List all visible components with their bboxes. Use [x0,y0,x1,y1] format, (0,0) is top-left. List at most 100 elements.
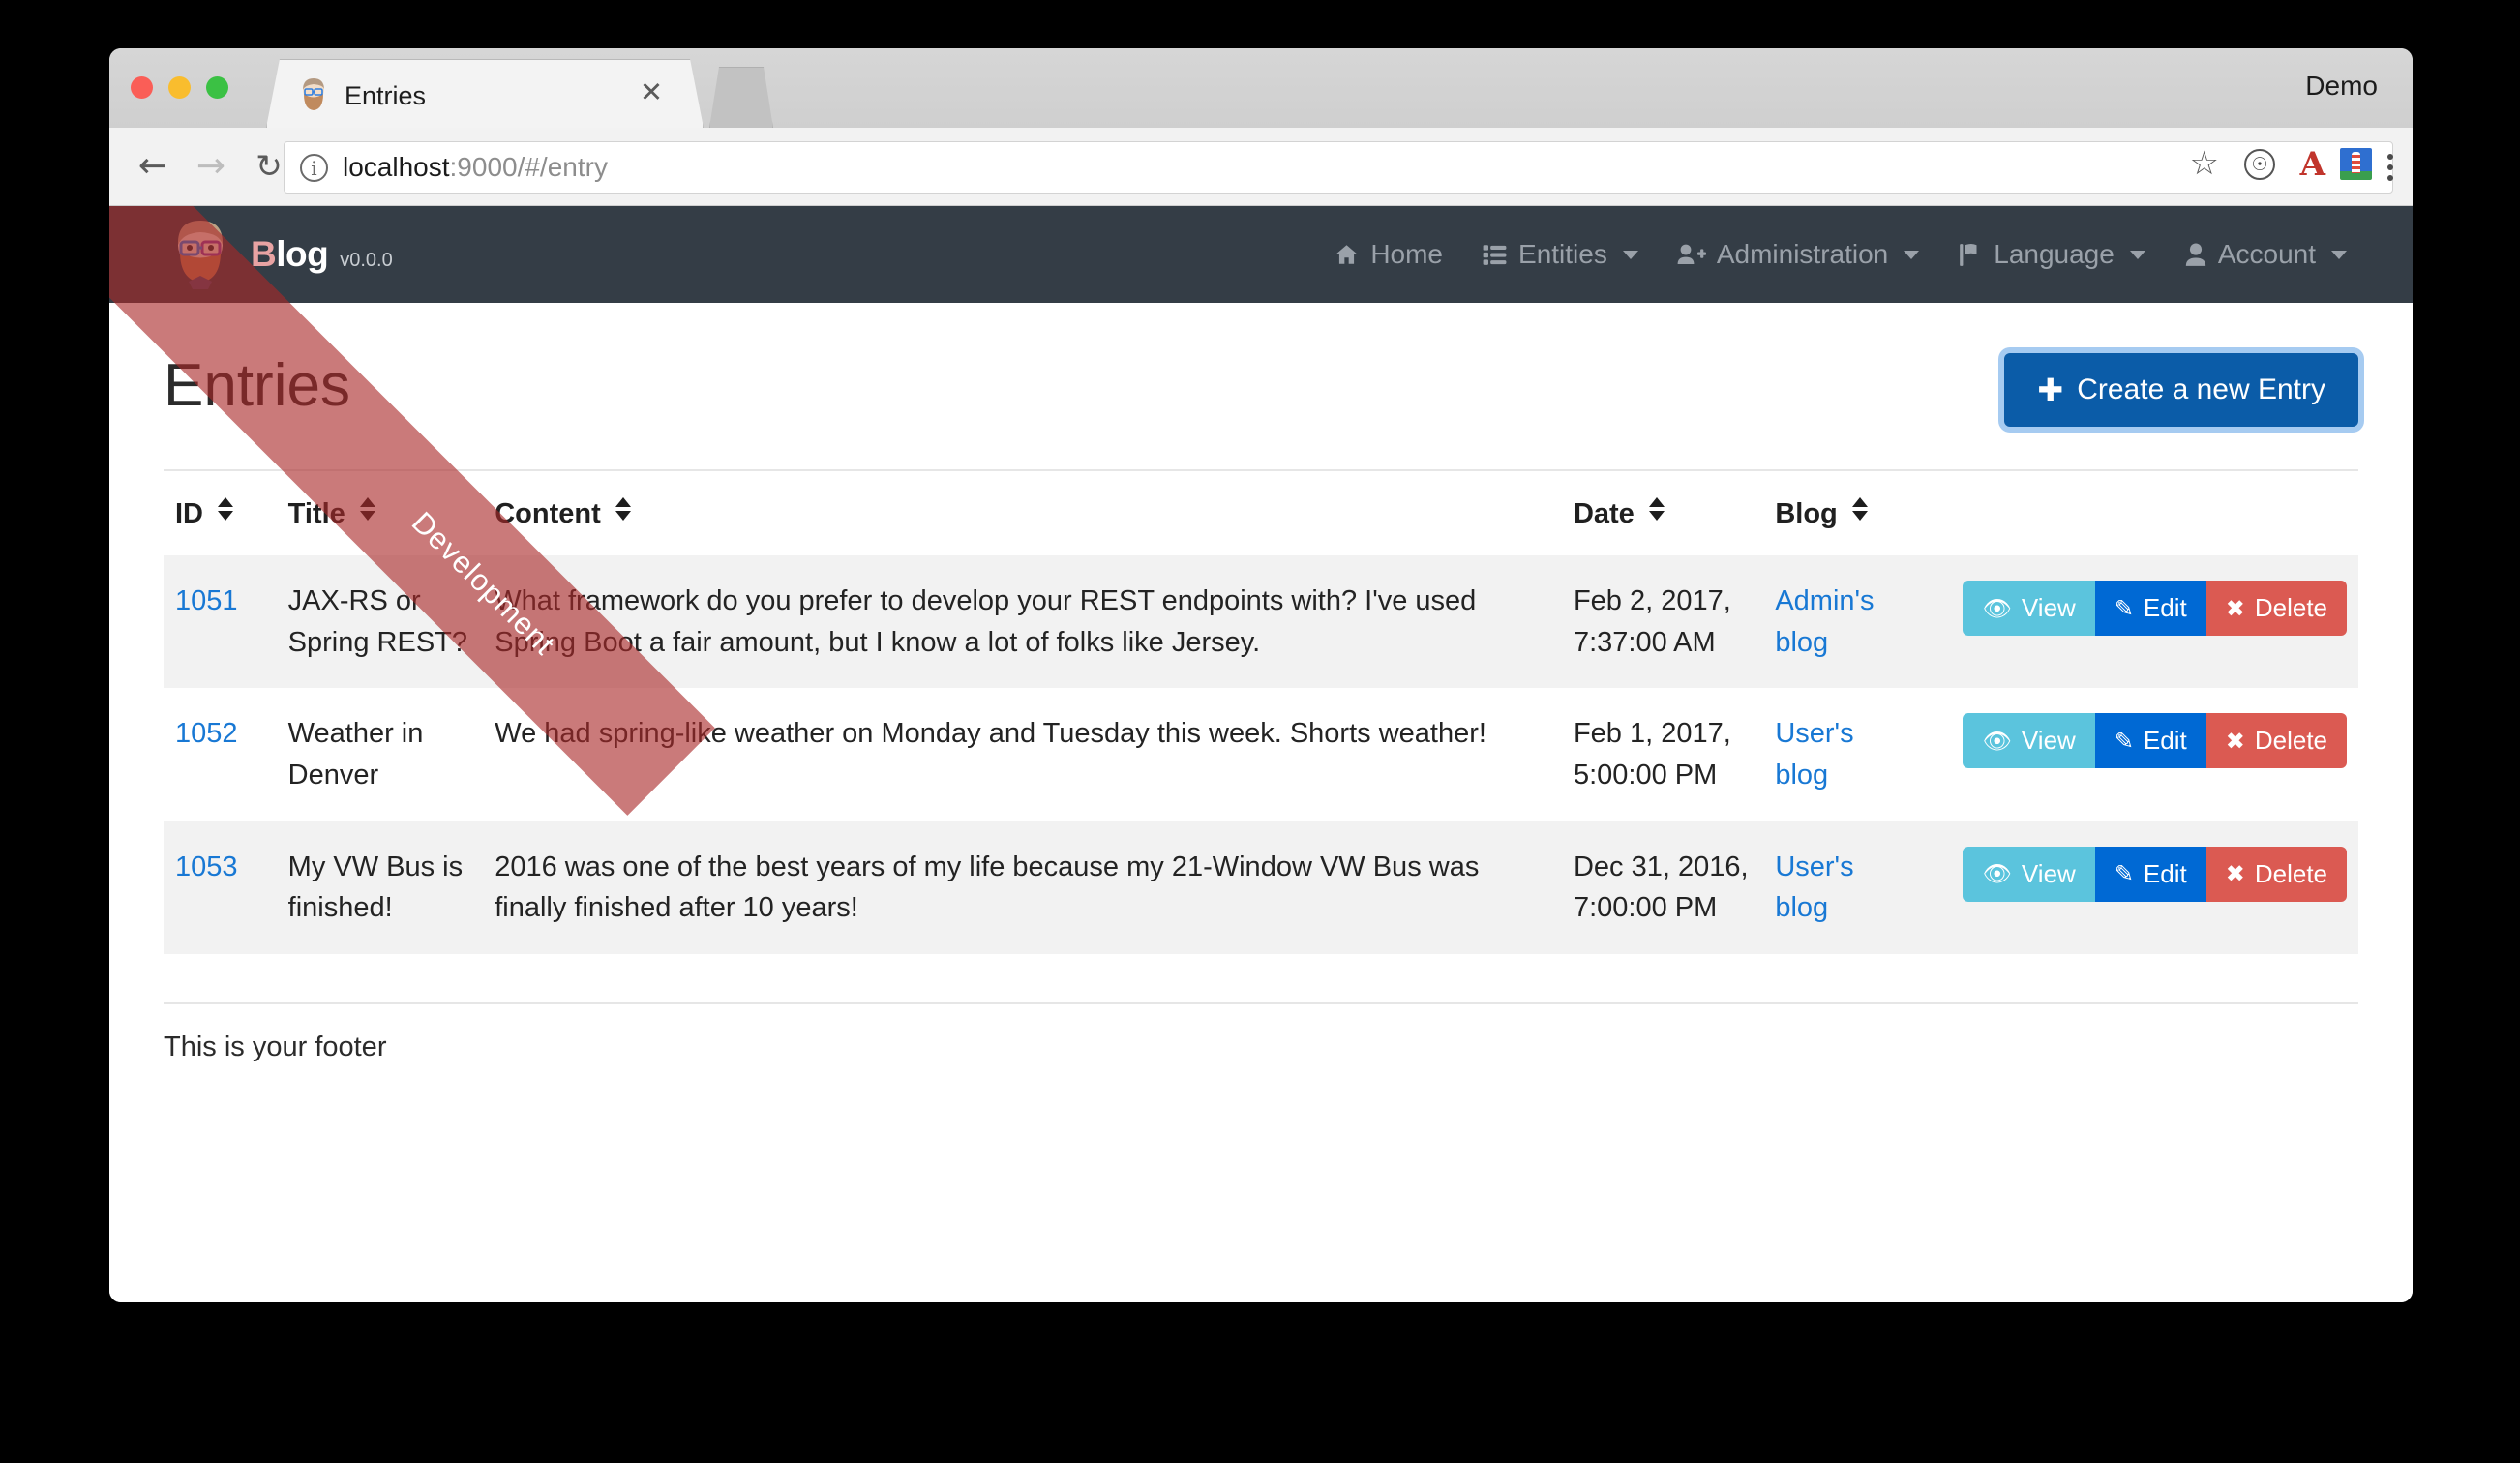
site-info-icon[interactable]: i [300,154,328,182]
delete-button[interactable]: ✖ Delete [2206,581,2347,636]
close-icon[interactable]: ✕ [637,78,666,107]
nav-item-home-label: Home [1370,239,1443,270]
edit-button[interactable]: ✎ Edit [2095,847,2206,902]
delete-button[interactable]: ✖ Delete [2206,713,2347,768]
site-navbar: Blog v0.0.0 Home [109,206,2413,303]
column-header-blog[interactable]: Blog [1763,470,1914,555]
navbar-brand[interactable]: Blog v0.0.0 [165,206,393,303]
sort-icon[interactable] [615,497,631,521]
cell-actions: 👁 View ✎ Edit ✖ Delete [1915,688,2358,821]
brand-rest: log [276,234,328,274]
entries-table-head: ID Title Content Date [164,470,2358,555]
cell-content: We had spring-like weather on Monday and… [483,688,1562,821]
eye-icon: 👁 [1982,597,2011,620]
sort-icon[interactable] [360,497,375,521]
column-header-content[interactable]: Content [483,470,1562,555]
chevron-down-icon [1904,251,1919,259]
nav-item-entities[interactable]: Entities [1462,239,1658,270]
browser-toolbar: ← → ↻ i localhost:9000/#/entry ☆ ☉ A [109,128,2413,206]
forward-icon[interactable]: → [189,145,233,190]
page-header: Entries ✚ Create a new Entry [164,303,2358,469]
blog-link[interactable]: User's blog [1775,718,1853,791]
sort-icon[interactable] [1852,497,1868,521]
delete-button-label: Delete [2255,593,2327,623]
footer-text: This is your footer [164,1031,2358,1063]
browser-tab-strip: Entries ✕ Demo [109,48,2413,128]
edit-button[interactable]: ✎ Edit [2095,713,2206,768]
cell-blog: Admin's blog [1763,555,1914,688]
nav-item-home[interactable]: Home [1314,239,1462,270]
column-header-id[interactable]: ID [164,470,277,555]
cell-content: 2016 was one of the best years of my lif… [483,821,1562,954]
list-icon [1482,242,1508,267]
cell-actions: 👁 View ✎ Edit ✖ Delete [1915,821,2358,954]
view-button[interactable]: 👁 View [1963,713,2094,768]
blog-link[interactable]: User's blog [1775,851,1853,924]
nav-item-language-label: Language [1994,239,2115,270]
bookmark-star-icon[interactable]: ☆ [2190,147,2219,180]
table-row: 1052 Weather in Denver We had spring-lik… [164,688,2358,821]
delete-button-label: Delete [2255,726,2327,756]
table-row: 1051 JAX-RS or Spring REST? What framewo… [164,555,2358,688]
entry-id-link[interactable]: 1051 [175,585,238,616]
view-button-label: View [2022,726,2076,756]
lighthouse-extension-icon[interactable] [2340,148,2372,180]
sort-icon[interactable] [218,497,233,521]
nav-item-administration[interactable]: Administration [1658,239,1938,270]
entries-table-body: 1051 JAX-RS or Spring REST? What framewo… [164,555,2358,954]
maximize-window-button[interactable] [206,76,228,99]
column-header-actions [1915,470,2358,555]
browser-profile-name[interactable]: Demo [2305,71,2378,102]
site-brand-title: Blog [251,234,328,275]
new-tab-area[interactable] [709,67,773,128]
back-icon[interactable]: ← [131,145,175,190]
nav-item-account-label: Account [2218,239,2316,270]
column-header-id-label: ID [175,498,203,529]
minimize-window-button[interactable] [168,76,191,99]
chevron-down-icon [2130,251,2145,259]
column-header-date[interactable]: Date [1562,470,1763,555]
cell-id: 1052 [164,688,277,821]
close-window-button[interactable] [131,76,153,99]
view-button[interactable]: 👁 View [1963,847,2094,902]
window-traffic-lights [131,76,228,99]
letter-a-extension-icon[interactable]: A [2300,145,2325,184]
pencil-icon: ✎ [2115,862,2134,885]
create-entry-button-label: Create a new Entry [2077,373,2325,406]
user-plus-icon [1677,242,1706,267]
browser-menu-icon[interactable] [2380,145,2401,190]
pencil-icon: ✎ [2115,597,2134,620]
cell-content: What framework do you prefer to develop … [483,555,1562,688]
browser-tab-entries[interactable]: Entries ✕ [266,59,704,128]
nav-item-account[interactable]: Account [2165,239,2366,270]
edit-button-label: Edit [2144,726,2187,756]
address-bar-url: localhost:9000/#/entry [343,152,608,183]
delete-button[interactable]: ✖ Delete [2206,847,2347,902]
nav-item-administration-label: Administration [1717,239,1888,270]
page-container: Entries ✚ Create a new Entry ID [109,303,2413,954]
blog-link[interactable]: Admin's blog [1775,585,1874,658]
entry-id-link[interactable]: 1052 [175,718,238,749]
create-entry-button[interactable]: ✚ Create a new Entry [2004,353,2358,427]
view-button-label: View [2022,593,2076,623]
site-version-label: v0.0.0 [340,250,392,272]
site-logo-icon [165,218,235,291]
column-header-title[interactable]: Title [277,470,484,555]
cell-blog: User's blog [1763,688,1914,821]
nav-item-language[interactable]: Language [1938,239,2165,270]
brand-first-letter: B [251,234,276,274]
times-icon: ✖ [2226,862,2245,885]
sort-icon[interactable] [1649,497,1665,521]
column-header-content-label: Content [495,498,601,529]
browser-tab-title: Entries [345,81,426,111]
browser-window: Entries ✕ Demo ← → ↻ i localhost:9000/#/… [109,48,2413,1302]
password-manager-icon[interactable]: ☉ [2244,149,2275,180]
entry-id-link[interactable]: 1053 [175,851,238,882]
row-action-group: 👁 View ✎ Edit ✖ Delete [1963,847,2347,902]
view-button[interactable]: 👁 View [1963,581,2094,636]
address-bar[interactable]: i localhost:9000/#/entry [284,141,2393,194]
eye-icon: 👁 [1982,730,2011,753]
table-row: 1053 My VW Bus is finished! 2016 was one… [164,821,2358,954]
page-title: Entries [164,351,350,420]
edit-button[interactable]: ✎ Edit [2095,581,2206,636]
